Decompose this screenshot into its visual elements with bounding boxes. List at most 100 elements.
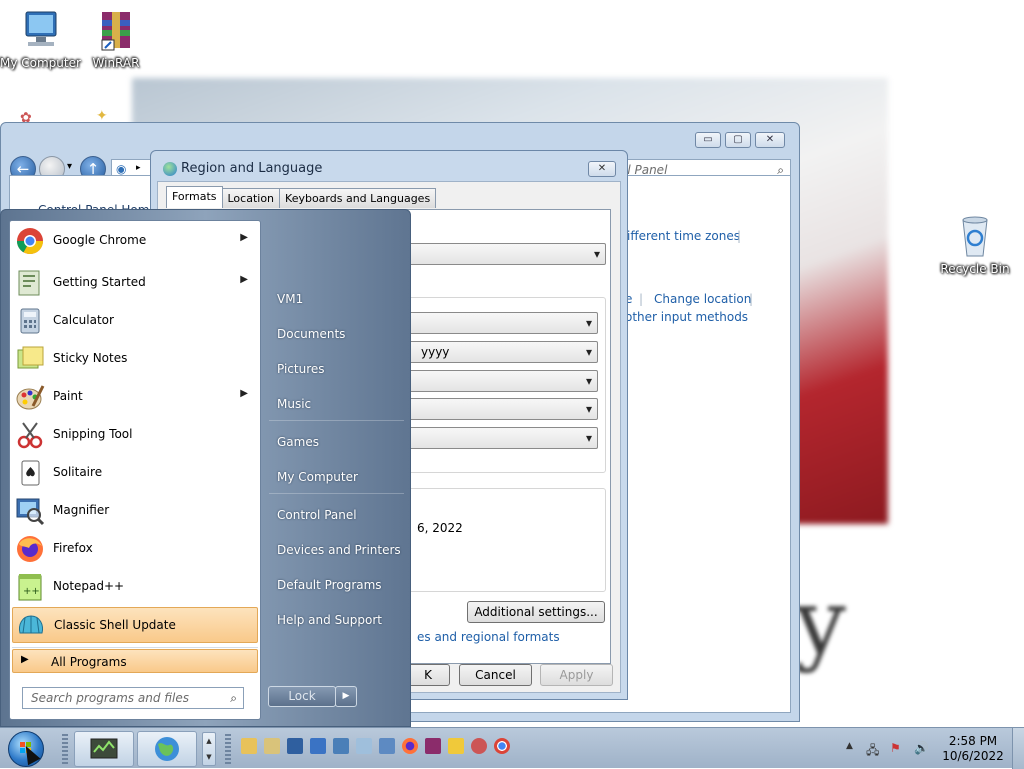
snipping-tool-icon: [15, 420, 45, 450]
all-programs-button[interactable]: ▶ All Programs: [12, 649, 258, 673]
desktop-icon-winrar[interactable]: WinRAR: [76, 8, 156, 70]
link-change-location[interactable]: Change location: [654, 292, 751, 306]
show-desktop-button[interactable]: [1012, 728, 1024, 769]
program-firefox[interactable]: Firefox: [12, 531, 258, 567]
winrar-icon[interactable]: [425, 738, 441, 754]
program-magnifier[interactable]: Magnifier: [12, 493, 258, 529]
program-google-chrome[interactable]: Google Chrome ▶: [12, 223, 258, 259]
search-icon: ⌕: [230, 691, 237, 705]
place-documents[interactable]: Documents: [269, 320, 404, 348]
firefox-icon: [15, 534, 45, 564]
recycle-bin-icon: [951, 214, 999, 260]
computer-icon[interactable]: [379, 738, 395, 754]
place-default-programs[interactable]: Default Programs: [269, 571, 404, 599]
place-help-support[interactable]: Help and Support: [269, 606, 404, 634]
maximize-button[interactable]: ▢: [725, 132, 751, 148]
place-vm1[interactable]: VM1: [269, 285, 404, 313]
place-music[interactable]: Music: [269, 390, 404, 418]
place-my-computer[interactable]: My Computer: [269, 463, 404, 491]
wallpaper-glyph: y: [795, 570, 846, 675]
program-label: Paint: [53, 389, 83, 403]
folder-icon[interactable]: [241, 738, 257, 754]
volume-icon[interactable]: 🔊: [914, 741, 929, 755]
taskbar-grip[interactable]: [62, 734, 68, 764]
paint-icon: [15, 382, 45, 412]
firefox-icon[interactable]: [402, 738, 418, 754]
taskbar-button-system[interactable]: [74, 731, 134, 767]
clock[interactable]: 2:58 PM 10/6/2022: [940, 734, 1006, 764]
partial-desktop-icon: ✦: [96, 108, 108, 124]
taskbar-button-browser[interactable]: [137, 731, 197, 767]
place-pictures[interactable]: Pictures: [269, 355, 404, 383]
shutdown-options-arrow-icon[interactable]: ▶: [335, 686, 357, 707]
desktop-icon-label: My Computer: [0, 56, 81, 70]
close-button[interactable]: ✕: [755, 132, 785, 148]
cancel-button[interactable]: Cancel: [459, 664, 532, 686]
start-search-input[interactable]: Search programs and files ⌕: [22, 687, 244, 709]
network-tray-icon[interactable]: 🖧: [866, 741, 879, 762]
control-panel-icon: ◉: [116, 162, 127, 176]
program-notepad-plus-plus[interactable]: ++ Notepad++: [12, 569, 258, 605]
network-icon[interactable]: [310, 738, 326, 754]
date-example: 6, 2022: [417, 521, 463, 535]
start-menu: Google Chrome ▶ Getting Started ▶ Calcul…: [0, 209, 411, 727]
program-label: Notepad++: [53, 579, 125, 593]
link-input-methods[interactable]: other input methods: [625, 310, 748, 324]
winrar-icon: [92, 8, 140, 54]
desktop-icon-recycle-bin[interactable]: Recycle Bin: [935, 214, 1015, 276]
program-paint[interactable]: Paint ▶: [12, 379, 258, 415]
history-dropdown-icon[interactable]: ▾: [67, 161, 72, 172]
system-monitor-icon: [90, 738, 118, 759]
monitor-icon[interactable]: [287, 738, 303, 754]
program-snipping-tool[interactable]: Snipping Tool: [12, 417, 258, 453]
computer-icon: [16, 8, 64, 54]
tab-location[interactable]: Location: [221, 188, 281, 208]
apply-button[interactable]: Apply: [540, 664, 613, 686]
globe-icon: [163, 162, 177, 176]
explorer-icon[interactable]: [264, 738, 280, 754]
place-control-panel[interactable]: Control Panel: [269, 501, 404, 529]
tab-formats[interactable]: Formats: [166, 186, 223, 208]
dialog-close-button[interactable]: ✕: [588, 161, 616, 177]
regional-formats-link[interactable]: es and regional formats: [417, 630, 560, 644]
show-hidden-icons-icon[interactable]: ▲: [846, 741, 853, 751]
getting-started-icon: [15, 268, 45, 298]
program-sticky-notes[interactable]: Sticky Notes: [12, 341, 258, 377]
program-classic-shell-update[interactable]: Classic Shell Update: [12, 607, 258, 643]
program-solitaire[interactable]: Solitaire: [12, 455, 258, 491]
submenu-arrow-icon: ▶: [240, 232, 248, 243]
remote-desktop-icon[interactable]: [333, 738, 349, 754]
recycle-icon[interactable]: [356, 738, 372, 754]
program-label: Firefox: [53, 541, 93, 555]
program-label: Sticky Notes: [53, 351, 128, 365]
place-devices-printers[interactable]: Devices and Printers: [269, 536, 404, 564]
program-calculator[interactable]: Calculator: [12, 303, 258, 339]
ok-button[interactable]: K: [406, 664, 450, 686]
clock-date: 10/6/2022: [942, 749, 1004, 763]
tab-keyboards-languages[interactable]: Keyboards and Languages: [279, 188, 437, 208]
lock-button[interactable]: Lock: [268, 686, 336, 707]
quicklaunch-grip[interactable]: [225, 734, 231, 764]
link-separator: |: [639, 292, 644, 306]
chrome-icon[interactable]: [494, 738, 510, 754]
program-label: Google Chrome: [53, 233, 147, 247]
additional-settings-button[interactable]: Additional settings...: [467, 601, 605, 623]
minimize-button[interactable]: ▭: [695, 132, 721, 148]
link-separator: |: [749, 292, 754, 306]
program-getting-started[interactable]: Getting Started ▶: [12, 265, 258, 301]
app-icon[interactable]: [471, 738, 487, 754]
submenu-arrow-icon: ▶: [240, 274, 248, 285]
place-games[interactable]: Games: [269, 428, 404, 456]
taskbar-scroll-button[interactable]: ▲ ▼: [202, 732, 216, 766]
desktop-icon-my-computer[interactable]: My Computer: [0, 8, 81, 70]
triangle-right-icon: ▶: [21, 654, 29, 665]
action-center-icon[interactable]: ⚑: [890, 741, 901, 755]
notes-icon[interactable]: [448, 738, 464, 754]
desktop-icon-label: Recycle Bin: [940, 262, 1010, 276]
link-time-zones[interactable]: ifferent time zones: [627, 229, 740, 243]
places-divider: [269, 493, 404, 494]
svg-text:++: ++: [23, 586, 40, 597]
sticky-notes-icon: [15, 344, 45, 374]
program-label: Classic Shell Update: [54, 618, 176, 632]
link-separator: |: [737, 229, 742, 243]
